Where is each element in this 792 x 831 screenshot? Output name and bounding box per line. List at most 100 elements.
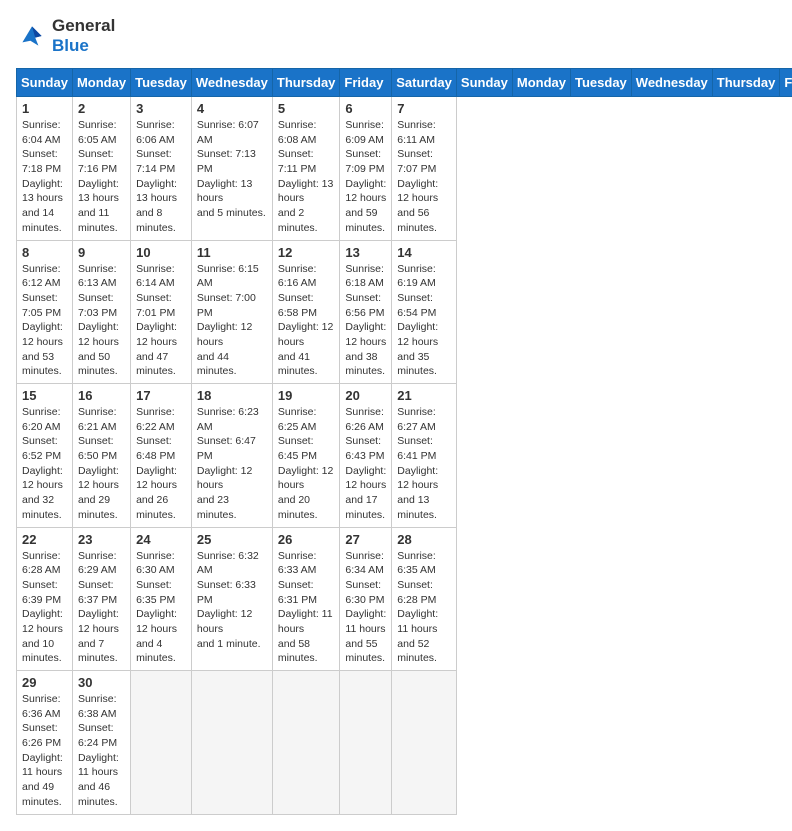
day-info: Sunrise: 6:21 AM Sunset: 6:50 PM Dayligh… bbox=[78, 405, 125, 523]
day-info: Sunrise: 6:22 AM Sunset: 6:48 PM Dayligh… bbox=[136, 405, 186, 523]
page-header: General Blue bbox=[16, 16, 776, 56]
day-number: 3 bbox=[136, 101, 186, 116]
day-info: Sunrise: 6:08 AM Sunset: 7:11 PM Dayligh… bbox=[278, 118, 335, 236]
day-number: 29 bbox=[22, 675, 67, 690]
col-header-thursday: Thursday bbox=[272, 69, 340, 97]
day-number: 2 bbox=[78, 101, 125, 116]
day-number: 14 bbox=[397, 245, 451, 260]
calendar-cell bbox=[131, 671, 192, 815]
calendar-cell: 3Sunrise: 6:06 AM Sunset: 7:14 PM Daylig… bbox=[131, 97, 192, 241]
day-info: Sunrise: 6:29 AM Sunset: 6:37 PM Dayligh… bbox=[78, 549, 125, 667]
day-info: Sunrise: 6:38 AM Sunset: 6:24 PM Dayligh… bbox=[78, 692, 125, 810]
day-number: 8 bbox=[22, 245, 67, 260]
day-info: Sunrise: 6:18 AM Sunset: 6:56 PM Dayligh… bbox=[345, 262, 386, 380]
col-header-saturday: Saturday bbox=[392, 69, 457, 97]
calendar-cell: 14Sunrise: 6:19 AM Sunset: 6:54 PM Dayli… bbox=[392, 240, 457, 384]
logo-icon bbox=[16, 20, 48, 52]
calendar-cell: 7 Sunrise: 6:11 AM Sunset: 7:07 PM Daylig… bbox=[392, 97, 457, 241]
day-number: 21 bbox=[397, 388, 451, 403]
day-info: Sunrise: 6:04 AM Sunset: 7:18 PM Dayligh… bbox=[22, 118, 67, 236]
calendar-cell: 12Sunrise: 6:16 AM Sunset: 6:58 PM Dayli… bbox=[272, 240, 340, 384]
col-header-sunday: Sunday bbox=[17, 69, 73, 97]
calendar-cell: 27 Sunrise: 6:34 AM Sunset: 6:30 PM Dayli… bbox=[340, 527, 392, 671]
calendar-cell: 5 Sunrise: 6:08 AM Sunset: 7:11 PM Daylig… bbox=[272, 97, 340, 241]
day-number: 16 bbox=[78, 388, 125, 403]
calendar-cell: 20Sunrise: 6:26 AM Sunset: 6:43 PM Dayli… bbox=[340, 384, 392, 528]
calendar-cell bbox=[191, 671, 272, 815]
day-number: 5 bbox=[278, 101, 335, 116]
day-number: 30 bbox=[78, 675, 125, 690]
col-header-wednesday: Wednesday bbox=[631, 69, 712, 97]
calendar-cell: 28 Sunrise: 6:35 AM Sunset: 6:28 PM Dayli… bbox=[392, 527, 457, 671]
day-info: Sunrise: 6:23 AM Sunset: 6:47 PM Dayligh… bbox=[197, 405, 267, 523]
calendar-cell: 15Sunrise: 6:20 AM Sunset: 6:52 PM Dayli… bbox=[17, 384, 73, 528]
calendar-cell bbox=[392, 671, 457, 815]
day-number: 27 bbox=[345, 532, 386, 547]
calendar-cell: 26 Sunrise: 6:33 AM Sunset: 6:31 PM Dayli… bbox=[272, 527, 340, 671]
calendar-cell: 9Sunrise: 6:13 AM Sunset: 7:03 PM Daylig… bbox=[72, 240, 130, 384]
calendar-cell: 21 Sunrise: 6:27 AM Sunset: 6:41 PM Dayli… bbox=[392, 384, 457, 528]
calendar-cell: 1 Sunrise: 6:04 AM Sunset: 7:18 PM Daylig… bbox=[17, 97, 73, 241]
day-number: 12 bbox=[278, 245, 335, 260]
day-number: 23 bbox=[78, 532, 125, 547]
day-number: 26 bbox=[278, 532, 335, 547]
calendar-week-row: 15Sunrise: 6:20 AM Sunset: 6:52 PM Dayli… bbox=[17, 384, 792, 528]
calendar-cell: 23 Sunrise: 6:29 AM Sunset: 6:37 PM Dayli… bbox=[72, 527, 130, 671]
col-header-tuesday: Tuesday bbox=[131, 69, 192, 97]
calendar-table: SundayMondayTuesdayWednesdayThursdayFrid… bbox=[16, 68, 792, 815]
day-info: Sunrise: 6:30 AM Sunset: 6:35 PM Dayligh… bbox=[136, 549, 186, 667]
day-number: 28 bbox=[397, 532, 451, 547]
logo: General Blue bbox=[16, 16, 115, 56]
calendar-cell: 4Sunrise: 6:07 AM Sunset: 7:13 PM Daylig… bbox=[191, 97, 272, 241]
day-info: Sunrise: 6:27 AM Sunset: 6:41 PM Dayligh… bbox=[397, 405, 451, 523]
calendar-cell: 30 Sunrise: 6:38 AM Sunset: 6:24 PM Dayli… bbox=[72, 671, 130, 815]
day-info: Sunrise: 6:33 AM Sunset: 6:31 PM Dayligh… bbox=[278, 549, 335, 667]
day-info: Sunrise: 6:05 AM Sunset: 7:16 PM Dayligh… bbox=[78, 118, 125, 236]
day-number: 7 bbox=[397, 101, 451, 116]
calendar-cell: 10Sunrise: 6:14 AM Sunset: 7:01 PM Dayli… bbox=[131, 240, 192, 384]
day-info: Sunrise: 6:15 AM Sunset: 7:00 PM Dayligh… bbox=[197, 262, 267, 380]
calendar-week-row: 22 Sunrise: 6:28 AM Sunset: 6:39 PM Dayli… bbox=[17, 527, 792, 671]
calendar-cell: 2 Sunrise: 6:05 AM Sunset: 7:16 PM Daylig… bbox=[72, 97, 130, 241]
day-number: 9 bbox=[78, 245, 125, 260]
calendar-week-row: 8 Sunrise: 6:12 AM Sunset: 7:05 PM Daylig… bbox=[17, 240, 792, 384]
calendar-cell: 25 Sunrise: 6:32 AM Sunset: 6:33 PM Dayli… bbox=[191, 527, 272, 671]
calendar-cell: 29Sunrise: 6:36 AM Sunset: 6:26 PM Dayli… bbox=[17, 671, 73, 815]
day-number: 4 bbox=[197, 101, 267, 116]
day-info: Sunrise: 6:26 AM Sunset: 6:43 PM Dayligh… bbox=[345, 405, 386, 523]
col-header-monday: Monday bbox=[512, 69, 570, 97]
day-number: 25 bbox=[197, 532, 267, 547]
calendar-cell: 22 Sunrise: 6:28 AM Sunset: 6:39 PM Dayli… bbox=[17, 527, 73, 671]
day-info: Sunrise: 6:34 AM Sunset: 6:30 PM Dayligh… bbox=[345, 549, 386, 667]
calendar-cell: 19Sunrise: 6:25 AM Sunset: 6:45 PM Dayli… bbox=[272, 384, 340, 528]
day-number: 17 bbox=[136, 388, 186, 403]
day-info: Sunrise: 6:32 AM Sunset: 6:33 PM Dayligh… bbox=[197, 549, 267, 652]
col-header-wednesday: Wednesday bbox=[191, 69, 272, 97]
day-number: 11 bbox=[197, 245, 267, 260]
day-info: Sunrise: 6:28 AM Sunset: 6:39 PM Dayligh… bbox=[22, 549, 67, 667]
day-number: 13 bbox=[345, 245, 386, 260]
day-number: 18 bbox=[197, 388, 267, 403]
col-header-sunday: Sunday bbox=[456, 69, 512, 97]
day-number: 24 bbox=[136, 532, 186, 547]
day-number: 10 bbox=[136, 245, 186, 260]
day-number: 6 bbox=[345, 101, 386, 116]
logo-text: General Blue bbox=[52, 16, 115, 56]
day-number: 1 bbox=[22, 101, 67, 116]
col-header-thursday: Thursday bbox=[712, 69, 780, 97]
calendar-cell bbox=[272, 671, 340, 815]
day-number: 22 bbox=[22, 532, 67, 547]
calendar-week-row: 29Sunrise: 6:36 AM Sunset: 6:26 PM Dayli… bbox=[17, 671, 792, 815]
calendar-cell: 17 Sunrise: 6:22 AM Sunset: 6:48 PM Dayli… bbox=[131, 384, 192, 528]
col-header-friday: Friday bbox=[340, 69, 392, 97]
day-number: 15 bbox=[22, 388, 67, 403]
day-info: Sunrise: 6:11 AM Sunset: 7:07 PM Dayligh… bbox=[397, 118, 451, 236]
calendar-cell: 13 Sunrise: 6:18 AM Sunset: 6:56 PM Dayli… bbox=[340, 240, 392, 384]
col-header-monday: Monday bbox=[72, 69, 130, 97]
day-info: Sunrise: 6:12 AM Sunset: 7:05 PM Dayligh… bbox=[22, 262, 67, 380]
calendar-header-row: SundayMondayTuesdayWednesdayThursdayFrid… bbox=[17, 69, 792, 97]
col-header-tuesday: Tuesday bbox=[571, 69, 632, 97]
calendar-cell: 6Sunrise: 6:09 AM Sunset: 7:09 PM Daylig… bbox=[340, 97, 392, 241]
day-info: Sunrise: 6:35 AM Sunset: 6:28 PM Dayligh… bbox=[397, 549, 451, 667]
day-info: Sunrise: 6:25 AM Sunset: 6:45 PM Dayligh… bbox=[278, 405, 335, 523]
